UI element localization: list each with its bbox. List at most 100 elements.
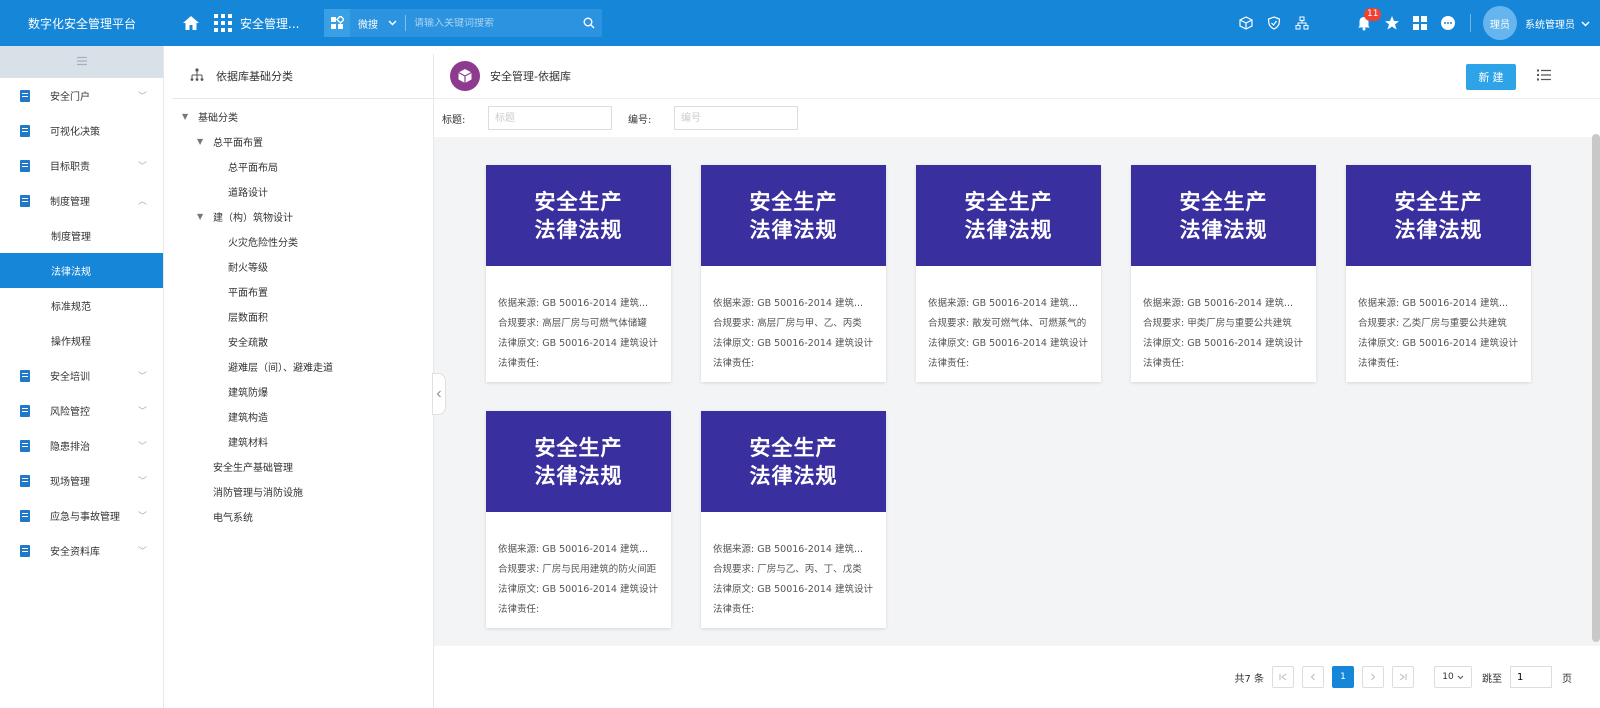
sidebar-item-site[interactable]: 现场管理 ﹀	[0, 463, 163, 498]
tree-node[interactable]: 耐火等级	[172, 254, 433, 279]
tree-node-label: 火灾危险性分类	[228, 238, 298, 249]
sidebar-item-label: 安全培训	[50, 372, 90, 383]
sidebar-subitem-procedures[interactable]: 操作规程	[0, 323, 163, 358]
last-page-button[interactable]	[1392, 666, 1414, 688]
tree-node[interactable]: 建筑材料	[172, 429, 433, 454]
card-body: 依据来源: GB 50016-2014 建筑... 合规要求: 高层厂房与可燃气…	[486, 266, 671, 375]
tree-node[interactable]: 层数面积	[172, 304, 433, 329]
collapse-panel-button[interactable]	[432, 373, 446, 415]
home-icon[interactable]	[180, 13, 202, 33]
search-scope-select[interactable]: 微搜	[350, 15, 406, 31]
dashboard-icon[interactable]	[1406, 0, 1434, 46]
app-grid-icon[interactable]	[214, 14, 232, 32]
sidebar-toggle[interactable]	[0, 46, 163, 78]
banner-line: 法律法规	[749, 463, 838, 488]
banner-line: 法律法规	[534, 217, 623, 242]
sidebar-item-visual-decision[interactable]: 可视化决策	[0, 113, 163, 148]
prev-page-button[interactable]	[1302, 666, 1324, 688]
tree-node[interactable]: 建筑防爆	[172, 379, 433, 404]
page-size-select[interactable]: 10	[1434, 666, 1472, 688]
sidebar-item-library[interactable]: 安全资料库 ﹀	[0, 533, 163, 568]
caret-down-icon[interactable]: ▼	[197, 137, 205, 146]
scrollbar[interactable]	[1592, 134, 1600, 642]
title-filter-input[interactable]	[488, 106, 612, 130]
tree-node[interactable]: 避难层（间）、避难走道	[172, 354, 433, 379]
tree-node-label: 道路设计	[228, 188, 268, 199]
top-bar: 数字化安全管理平台 安全管理... 微搜 请输入关键词搜索 11 理员 系统管理…	[0, 0, 1600, 46]
tree-node[interactable]: 平面布置	[172, 279, 433, 304]
current-page[interactable]: 1	[1332, 666, 1354, 688]
caret-down-icon[interactable]: ▼	[197, 212, 205, 221]
avatar[interactable]: 理员	[1483, 6, 1517, 40]
jump-input[interactable]	[1510, 666, 1552, 688]
regulation-card[interactable]: 安全生产 法律法规 依据来源: GB 50016-2014 建筑... 合规要求:…	[1131, 165, 1316, 382]
chat-icon[interactable]	[1434, 0, 1462, 46]
page-suffix: 页	[1562, 673, 1572, 685]
tree-node[interactable]: 安全生产基础管理	[172, 454, 433, 479]
sidebar-item-portal[interactable]: 安全门户 ﹀	[0, 78, 163, 113]
tree-node[interactable]: 道路设计	[172, 179, 433, 204]
tree-node[interactable]: 消防管理与消防设施	[172, 479, 433, 504]
banner-line: 法律法规	[964, 217, 1053, 242]
tree-node[interactable]: ▼ 基础分类	[172, 104, 433, 129]
apps-icon[interactable]	[324, 9, 350, 37]
sidebar-subitem-standards[interactable]: 标准规范	[0, 288, 163, 323]
list-view-icon[interactable]	[1536, 68, 1552, 85]
regulation-card[interactable]: 安全生产 法律法规 依据来源: GB 50016-2014 建筑... 合规要求:…	[1346, 165, 1531, 382]
chevron-down-icon[interactable]	[1581, 17, 1590, 30]
caret-down-icon[interactable]: ▼	[182, 112, 190, 121]
page-size-value: 10	[1442, 672, 1454, 682]
sidebar-item-label: 应急与事故管理	[50, 512, 120, 523]
tree-node[interactable]: ▼ 建（构）筑物设计	[172, 204, 433, 229]
sidebar-item-label: 可视化决策	[50, 127, 100, 138]
tree-node[interactable]: ▼ 总平面布置	[172, 129, 433, 154]
sidebar-item-risk[interactable]: 风险管控 ﹀	[0, 393, 163, 428]
card-body: 依据来源: GB 50016-2014 建筑... 合规要求: 厂房与乙、丙、丁…	[701, 512, 886, 621]
user-name[interactable]: 系统管理员	[1525, 16, 1575, 31]
first-page-button[interactable]	[1272, 666, 1294, 688]
code-filter-input[interactable]	[674, 106, 798, 130]
regulation-card[interactable]: 安全生产 法律法规 依据来源: GB 50016-2014 建筑... 合规要求:…	[701, 165, 886, 382]
total-count: 共7 条	[1234, 673, 1264, 685]
sidebar-item-hazards[interactable]: 隐患排治 ﹀	[0, 428, 163, 463]
book-icon	[20, 89, 30, 102]
shield-icon[interactable]	[1260, 0, 1288, 46]
regulation-card[interactable]: 安全生产 法律法规 依据来源: GB 50016-2014 建筑... 合规要求:…	[486, 411, 671, 628]
regulation-card[interactable]: 安全生产 法律法规 依据来源: GB 50016-2014 建筑... 合规要求:…	[701, 411, 886, 628]
card-source: 依据来源: GB 50016-2014 建筑...	[713, 298, 864, 309]
tree-node[interactable]: 总平面布局	[172, 154, 433, 179]
card-liability: 法律责任:	[1358, 358, 1400, 369]
sidebar-item-training[interactable]: 安全培训 ﹀	[0, 358, 163, 393]
tree-node-label: 耐火等级	[228, 263, 268, 274]
tree-node[interactable]: 火灾危险性分类	[172, 229, 433, 254]
sidebar-item-emergency[interactable]: 应急与事故管理 ﹀	[0, 498, 163, 533]
star-icon[interactable]	[1378, 0, 1406, 46]
cube-icon[interactable]	[1232, 0, 1260, 46]
search-input[interactable]	[406, 17, 576, 29]
next-page-button[interactable]	[1362, 666, 1384, 688]
tree-node[interactable]: 安全疏散	[172, 329, 433, 354]
card-body: 依据来源: GB 50016-2014 建筑... 合规要求: 高层厂房与甲、乙…	[701, 266, 886, 375]
card-body: 依据来源: GB 50016-2014 建筑... 合规要求: 乙类厂房与重要公…	[1346, 266, 1531, 375]
org-chart-icon[interactable]	[1288, 0, 1316, 46]
sidebar-item-goals[interactable]: 目标职责 ﹀	[0, 148, 163, 183]
card-liability: 法律责任:	[1143, 358, 1185, 369]
menu-icon	[76, 55, 88, 69]
sidebar-subitem-laws[interactable]: 法律法规	[0, 253, 163, 288]
tree-node[interactable]: 电气系统	[172, 504, 433, 529]
chevron-down-icon: ﹀	[137, 92, 147, 102]
tree-node-label: 建（构）筑物设计	[213, 213, 293, 224]
system-name[interactable]: 安全管理...	[240, 15, 310, 32]
tree-node[interactable]: 建筑构造	[172, 404, 433, 429]
chevron-down-icon	[388, 18, 397, 29]
sidebar-item-label: 安全资料库	[50, 547, 100, 558]
tree-node-label: 安全疏散	[228, 338, 268, 349]
sidebar-subitem-policy[interactable]: 制度管理	[0, 218, 163, 253]
regulation-card[interactable]: 安全生产 法律法规 依据来源: GB 50016-2014 建筑... 合规要求:…	[916, 165, 1101, 382]
regulation-card[interactable]: 安全生产 法律法规 依据来源: GB 50016-2014 建筑... 合规要求:…	[486, 165, 671, 382]
sidebar-item-regulations[interactable]: 制度管理 ︿	[0, 183, 163, 218]
search-icon[interactable]	[576, 17, 602, 29]
chevron-up-icon: ︿	[137, 197, 147, 207]
bell-icon[interactable]: 11	[1350, 0, 1382, 46]
new-button[interactable]: 新 建	[1466, 64, 1516, 90]
